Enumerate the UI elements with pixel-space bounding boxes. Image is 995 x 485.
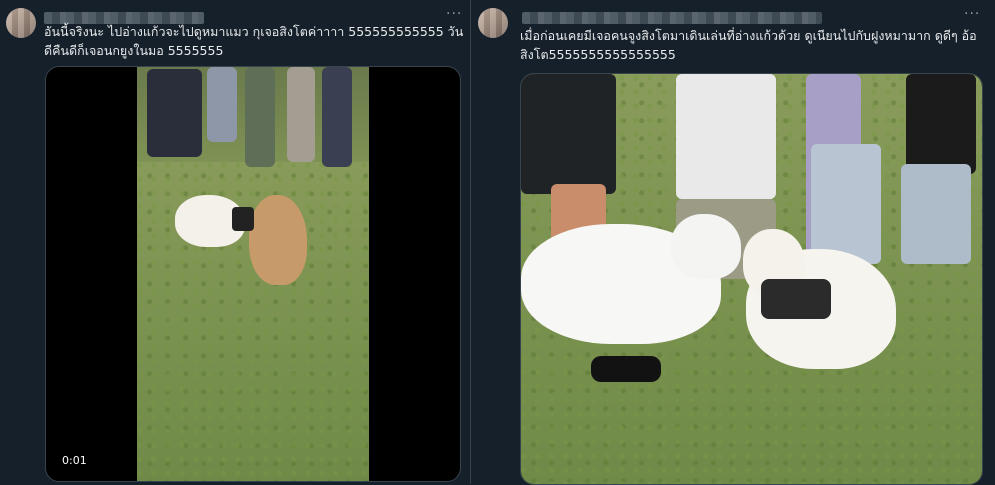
more-options-icon[interactable]: ···	[446, 6, 462, 22]
more-options-icon[interactable]: ···	[964, 6, 980, 22]
avatar[interactable]	[6, 8, 36, 38]
tweet-left: ··· อันนี้จริงนะ ไปอ่างแก้วจะไปดูหมาแมว …	[0, 0, 471, 484]
tweet-text: อันนี้จริงนะ ไปอ่างแก้วจะไปดูหมาแมว กุเจ…	[44, 24, 464, 58]
video-frame	[137, 67, 369, 481]
avatar[interactable]	[478, 8, 508, 38]
tweet-right: ··· เมื่อก่อนเคยมีเจอคนจูงสิงโตมาเดินเล่…	[472, 0, 995, 485]
video-timestamp: 0:01	[58, 452, 91, 469]
tan-lion-cub	[249, 195, 307, 285]
video-player[interactable]: 0:01	[45, 66, 461, 482]
photo[interactable]	[520, 73, 983, 485]
tweet-text: เมื่อก่อนเคยมีเจอคนจูงสิงโตมาเดินเล่นที่…	[520, 28, 977, 62]
author-name-blurred[interactable]	[522, 12, 822, 24]
